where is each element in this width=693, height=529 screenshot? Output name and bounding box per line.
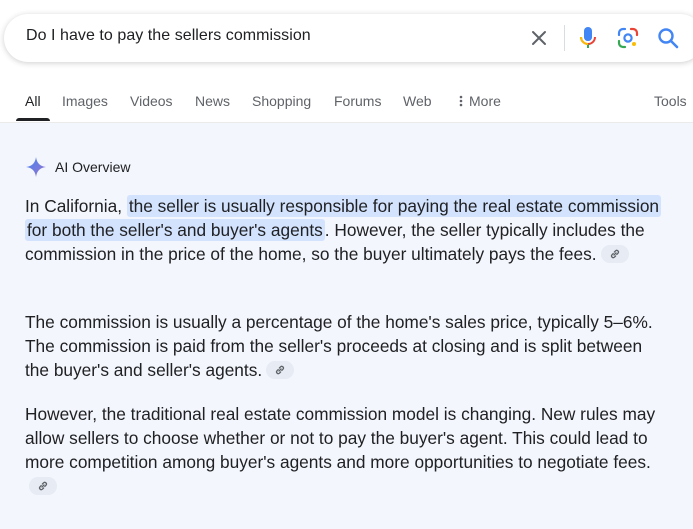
microphone-icon bbox=[580, 27, 596, 48]
source-link-button[interactable] bbox=[266, 360, 295, 379]
close-icon bbox=[532, 31, 546, 45]
tab-shopping[interactable]: Shopping bbox=[252, 93, 311, 109]
link-icon bbox=[610, 249, 619, 259]
tools-button[interactable]: Tools bbox=[654, 93, 687, 109]
overview-paragraph-2: The commission is usually a percentage o… bbox=[25, 310, 665, 382]
ai-overview-panel: AI Overview In California, the seller is… bbox=[0, 123, 693, 529]
link-icon bbox=[276, 365, 285, 375]
search-bar: Do I have to pay the sellers commission bbox=[4, 14, 693, 62]
ai-overview-header: AI Overview bbox=[25, 156, 130, 178]
voice-search-button[interactable] bbox=[574, 24, 602, 52]
tab-images[interactable]: Images bbox=[62, 93, 108, 109]
ai-overview-title: AI Overview bbox=[55, 159, 131, 175]
link-icon bbox=[38, 481, 48, 491]
search-icon bbox=[658, 28, 679, 49]
tab-more-label: More bbox=[469, 93, 501, 109]
image-search-button[interactable] bbox=[614, 24, 642, 52]
search-bar-divider bbox=[564, 25, 565, 51]
source-link-button[interactable] bbox=[29, 476, 57, 495]
tab-forums[interactable]: Forums bbox=[334, 93, 381, 109]
source-link-button[interactable] bbox=[600, 244, 629, 263]
search-button[interactable] bbox=[654, 24, 682, 52]
tab-web[interactable]: Web bbox=[403, 93, 432, 109]
paragraph-2-text: The commission is usually a percentage o… bbox=[25, 312, 653, 380]
search-input[interactable]: Do I have to pay the sellers commission bbox=[26, 27, 311, 45]
clear-search-button[interactable] bbox=[525, 24, 553, 52]
search-results-page: Do I have to pay the sellers commission bbox=[0, 0, 693, 529]
paragraph-1-lead: In California, bbox=[25, 196, 127, 216]
tab-more[interactable]: More bbox=[459, 93, 501, 109]
lens-camera-icon bbox=[617, 27, 639, 49]
sparkle-icon bbox=[26, 157, 46, 177]
tab-news[interactable]: News bbox=[195, 93, 230, 109]
more-vert-icon bbox=[459, 95, 463, 107]
overview-paragraph-3: However, the traditional real estate com… bbox=[25, 402, 665, 498]
active-tab-indicator bbox=[16, 118, 50, 121]
search-tabs: All Images Videos News Shopping Forums W… bbox=[0, 86, 693, 123]
paragraph-3-text: However, the traditional real estate com… bbox=[25, 404, 656, 472]
tab-all[interactable]: All bbox=[25, 93, 41, 109]
overview-paragraph-1: In California, the seller is usually res… bbox=[25, 194, 665, 266]
tab-videos[interactable]: Videos bbox=[130, 93, 173, 109]
